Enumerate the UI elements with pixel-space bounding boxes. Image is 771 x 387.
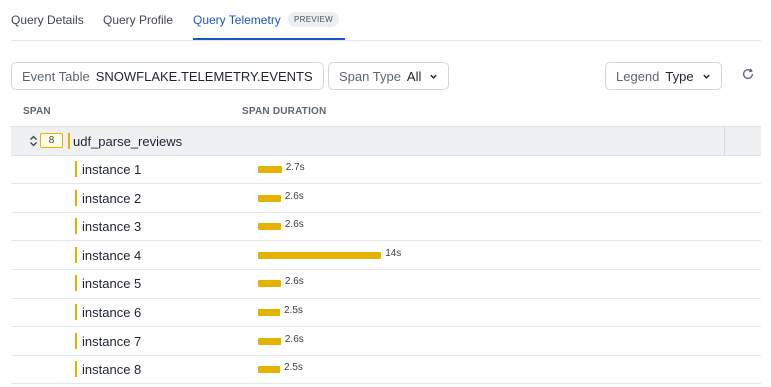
span-duration-label: 2.7s — [285, 162, 305, 173]
refresh-icon[interactable] — [741, 67, 755, 81]
span-duration-label: 2.6s — [284, 190, 304, 202]
chevron-down-icon — [702, 74, 710, 79]
span-name: instance 6 — [82, 305, 142, 320]
span-row[interactable]: instance 1 2.7s — [11, 155, 761, 183]
active-tab-indicator — [193, 38, 345, 40]
row-divider — [11, 383, 761, 385]
tab-query-telemetry[interactable]: Query Telemetry — [193, 13, 281, 27]
span-type-marker — [75, 361, 77, 378]
span-duration-bar[interactable] — [258, 166, 282, 173]
span-duration-label: 2.6s — [284, 333, 304, 345]
span-duration-bar[interactable] — [258, 251, 382, 259]
span-row[interactable]: instance 5 2.6s — [11, 269, 761, 297]
span-duration-label: 2.5s — [284, 362, 303, 374]
span-name: instance 1 — [82, 162, 142, 177]
tab-query-profile[interactable]: Query Profile — [103, 13, 173, 27]
event-table-value: SNOWFLAKE.TELEMETRY.EVENTS — [95, 68, 313, 84]
span-type-marker — [75, 332, 77, 349]
span-duration-label: 2.6s — [284, 219, 304, 231]
span-name: instance 7 — [82, 333, 142, 349]
span-group-row[interactable]: 8 udf_parse_reviews — [11, 126, 761, 156]
span-type-marker — [75, 218, 77, 235]
span-type-marker — [68, 133, 70, 149]
span-row[interactable]: instance 4 14s — [11, 241, 761, 269]
span-group-name: udf_parse_reviews — [73, 134, 183, 149]
span-duration-bar[interactable] — [258, 280, 281, 288]
span-type-dropdown[interactable]: Span Type All — [328, 62, 450, 90]
legend-label: Legend — [616, 68, 660, 84]
span-name: instance 5 — [82, 276, 142, 292]
column-divider — [724, 127, 725, 155]
tab-query-details[interactable]: Query Details — [11, 13, 84, 27]
span-type-marker — [75, 189, 77, 206]
span-name: instance 3 — [82, 219, 142, 235]
span-name: instance 2 — [82, 190, 142, 206]
preview-badge: PREVIEW — [288, 12, 339, 27]
span-duration-bar[interactable] — [258, 223, 281, 231]
span-duration-bar[interactable] — [258, 337, 281, 345]
span-count-badge: 8 — [40, 133, 63, 148]
span-row[interactable]: instance 7 2.6s — [11, 327, 761, 355]
span-type-marker — [75, 161, 77, 177]
span-row[interactable]: instance 3 2.6s — [11, 212, 761, 240]
span-duration-bar[interactable] — [258, 366, 280, 374]
chevron-down-icon — [430, 74, 438, 79]
span-name: instance 8 — [82, 362, 142, 378]
event-table-selector[interactable]: Event Table SNOWFLAKE.TELEMETRY.EVENTS — [11, 62, 324, 90]
collapse-icon[interactable] — [29, 135, 38, 147]
span-type-value: All — [406, 68, 422, 84]
span-type-label: Span Type — [339, 68, 401, 84]
span-type-marker — [75, 246, 77, 263]
span-row[interactable]: instance 2 2.6s — [11, 184, 761, 212]
span-duration-bar[interactable] — [258, 194, 281, 202]
legend-value: Type — [665, 68, 694, 84]
span-row[interactable]: instance 8 2.5s — [11, 355, 761, 383]
span-duration-bar[interactable] — [258, 309, 280, 316]
column-header-span-duration: SPAN DURATION — [242, 106, 327, 117]
tab-bar: Query Details Query Profile Query Teleme… — [11, 0, 761, 41]
span-name: instance 4 — [82, 247, 142, 263]
event-table-label: Event Table — [22, 68, 90, 84]
legend-dropdown[interactable]: Legend Type — [605, 62, 722, 90]
span-duration-label: 14s — [385, 247, 402, 259]
span-row[interactable]: instance 6 2.5s — [11, 298, 761, 326]
span-type-marker — [75, 275, 77, 292]
span-type-marker — [75, 304, 77, 320]
column-header-span: SPAN — [23, 106, 51, 117]
span-duration-label: 2.6s — [284, 276, 304, 288]
span-duration-label: 2.5s — [284, 305, 303, 316]
